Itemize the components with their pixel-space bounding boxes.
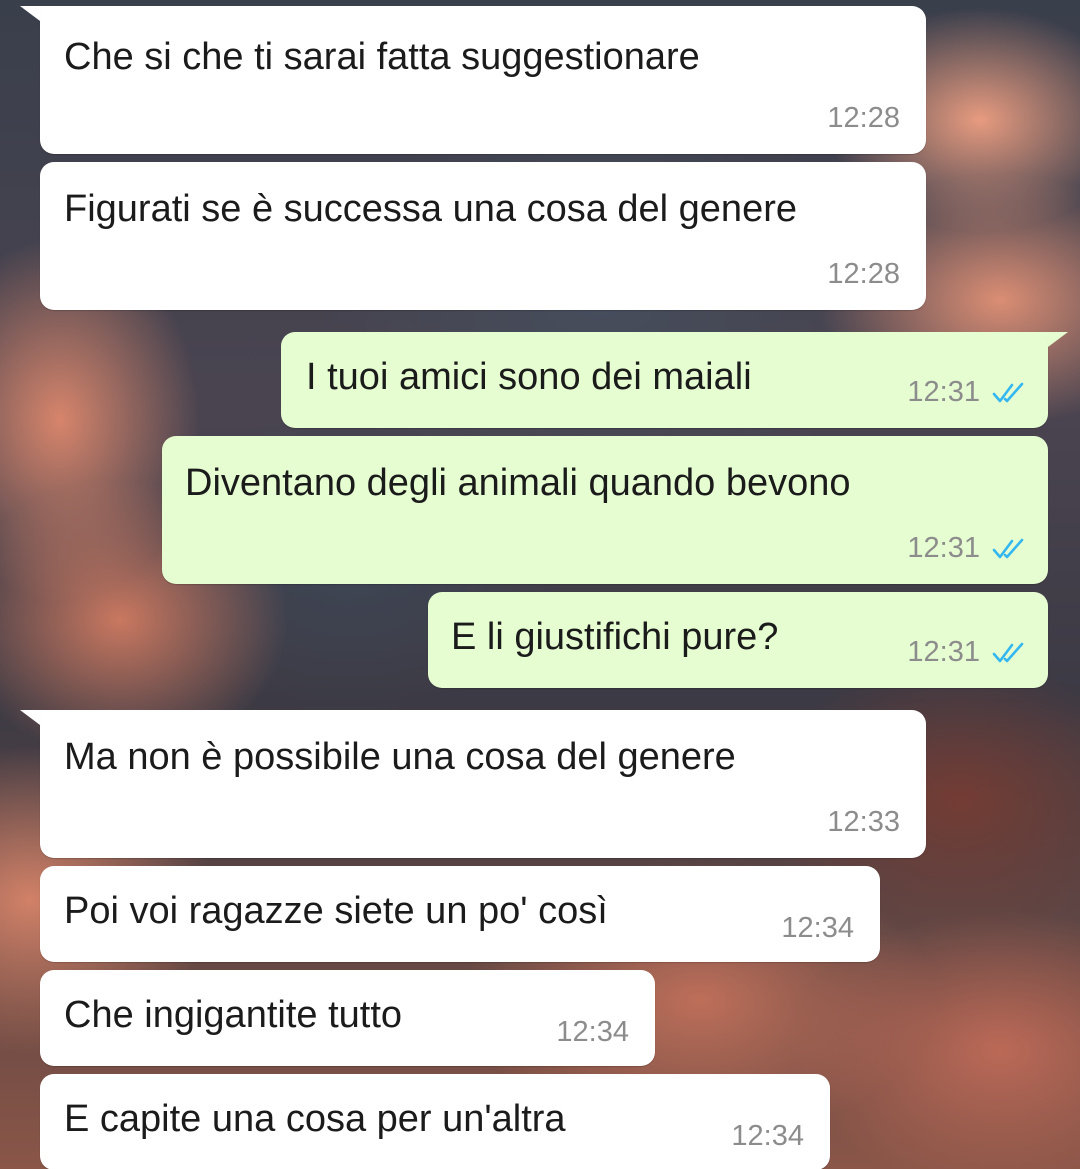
- message-time: 12:34: [781, 912, 854, 945]
- message-bubble-incoming[interactable]: E capite una cosa per un'altra 12:34: [40, 1074, 830, 1169]
- message-time-label: 12:28: [827, 102, 900, 134]
- message-bubble-incoming[interactable]: Che si che ti sarai fatta suggestionare …: [40, 6, 926, 154]
- message-time-label: 12:31: [907, 636, 980, 668]
- message-meta: 12:31: [907, 532, 1026, 565]
- message-time-label: 12:28: [827, 258, 900, 290]
- message-time: 12:34: [556, 1016, 629, 1049]
- message-time-label: 12:34: [781, 912, 854, 944]
- message-time: 12:28: [827, 258, 900, 291]
- message-time-label: 12:34: [556, 1016, 629, 1048]
- message-text: Che ingigantite tutto: [64, 994, 403, 1036]
- message-bubble-outgoing[interactable]: I tuoi amici sono dei maiali 12:31: [281, 332, 1048, 428]
- message-text: Poi voi ragazze siete un po' così: [64, 890, 608, 932]
- message-text: I tuoi amici sono dei maiali: [306, 356, 752, 398]
- message-bubble-incoming[interactable]: Che ingigantite tutto 12:34: [40, 970, 655, 1066]
- message-bubble-incoming[interactable]: Ma non è possibile una cosa del genere 1…: [40, 710, 926, 858]
- message-bubble-outgoing[interactable]: E li giustifichi pure? 12:31: [428, 592, 1048, 688]
- message-time: 12:33: [827, 806, 900, 839]
- message-text: Diventano degli animali quando bevono: [185, 462, 851, 504]
- message-text: Figurati se è successa una cosa del gene…: [64, 188, 797, 230]
- message-time-label: 12:33: [827, 806, 900, 838]
- message-text: E li giustifichi pure?: [451, 616, 779, 658]
- message-bubble-incoming[interactable]: Poi voi ragazze siete un po' così 12:34: [40, 866, 880, 962]
- double-check-read-icon: [992, 642, 1024, 662]
- message-time: 12:28: [827, 102, 900, 135]
- message-time-label: 12:31: [907, 376, 980, 408]
- double-check-read-icon: [992, 382, 1024, 402]
- message-text: Che si che ti sarai fatta suggestionare: [64, 36, 700, 78]
- message-meta: 12:31: [907, 636, 1026, 669]
- double-check-read-icon: [992, 538, 1024, 558]
- message-meta: 12:31: [907, 376, 1026, 409]
- message-time-label: 12:34: [731, 1120, 804, 1152]
- message-time: 12:34: [731, 1120, 804, 1153]
- message-bubble-incoming[interactable]: Figurati se è successa una cosa del gene…: [40, 162, 926, 310]
- message-bubble-outgoing[interactable]: Diventano degli animali quando bevono 12…: [162, 436, 1048, 584]
- message-time-label: 12:31: [907, 532, 980, 564]
- message-text: E capite una cosa per un'altra: [64, 1098, 566, 1140]
- message-text: Ma non è possibile una cosa del genere: [64, 736, 736, 778]
- message-list[interactable]: Che si che ti sarai fatta suggestionare …: [0, 0, 1080, 1169]
